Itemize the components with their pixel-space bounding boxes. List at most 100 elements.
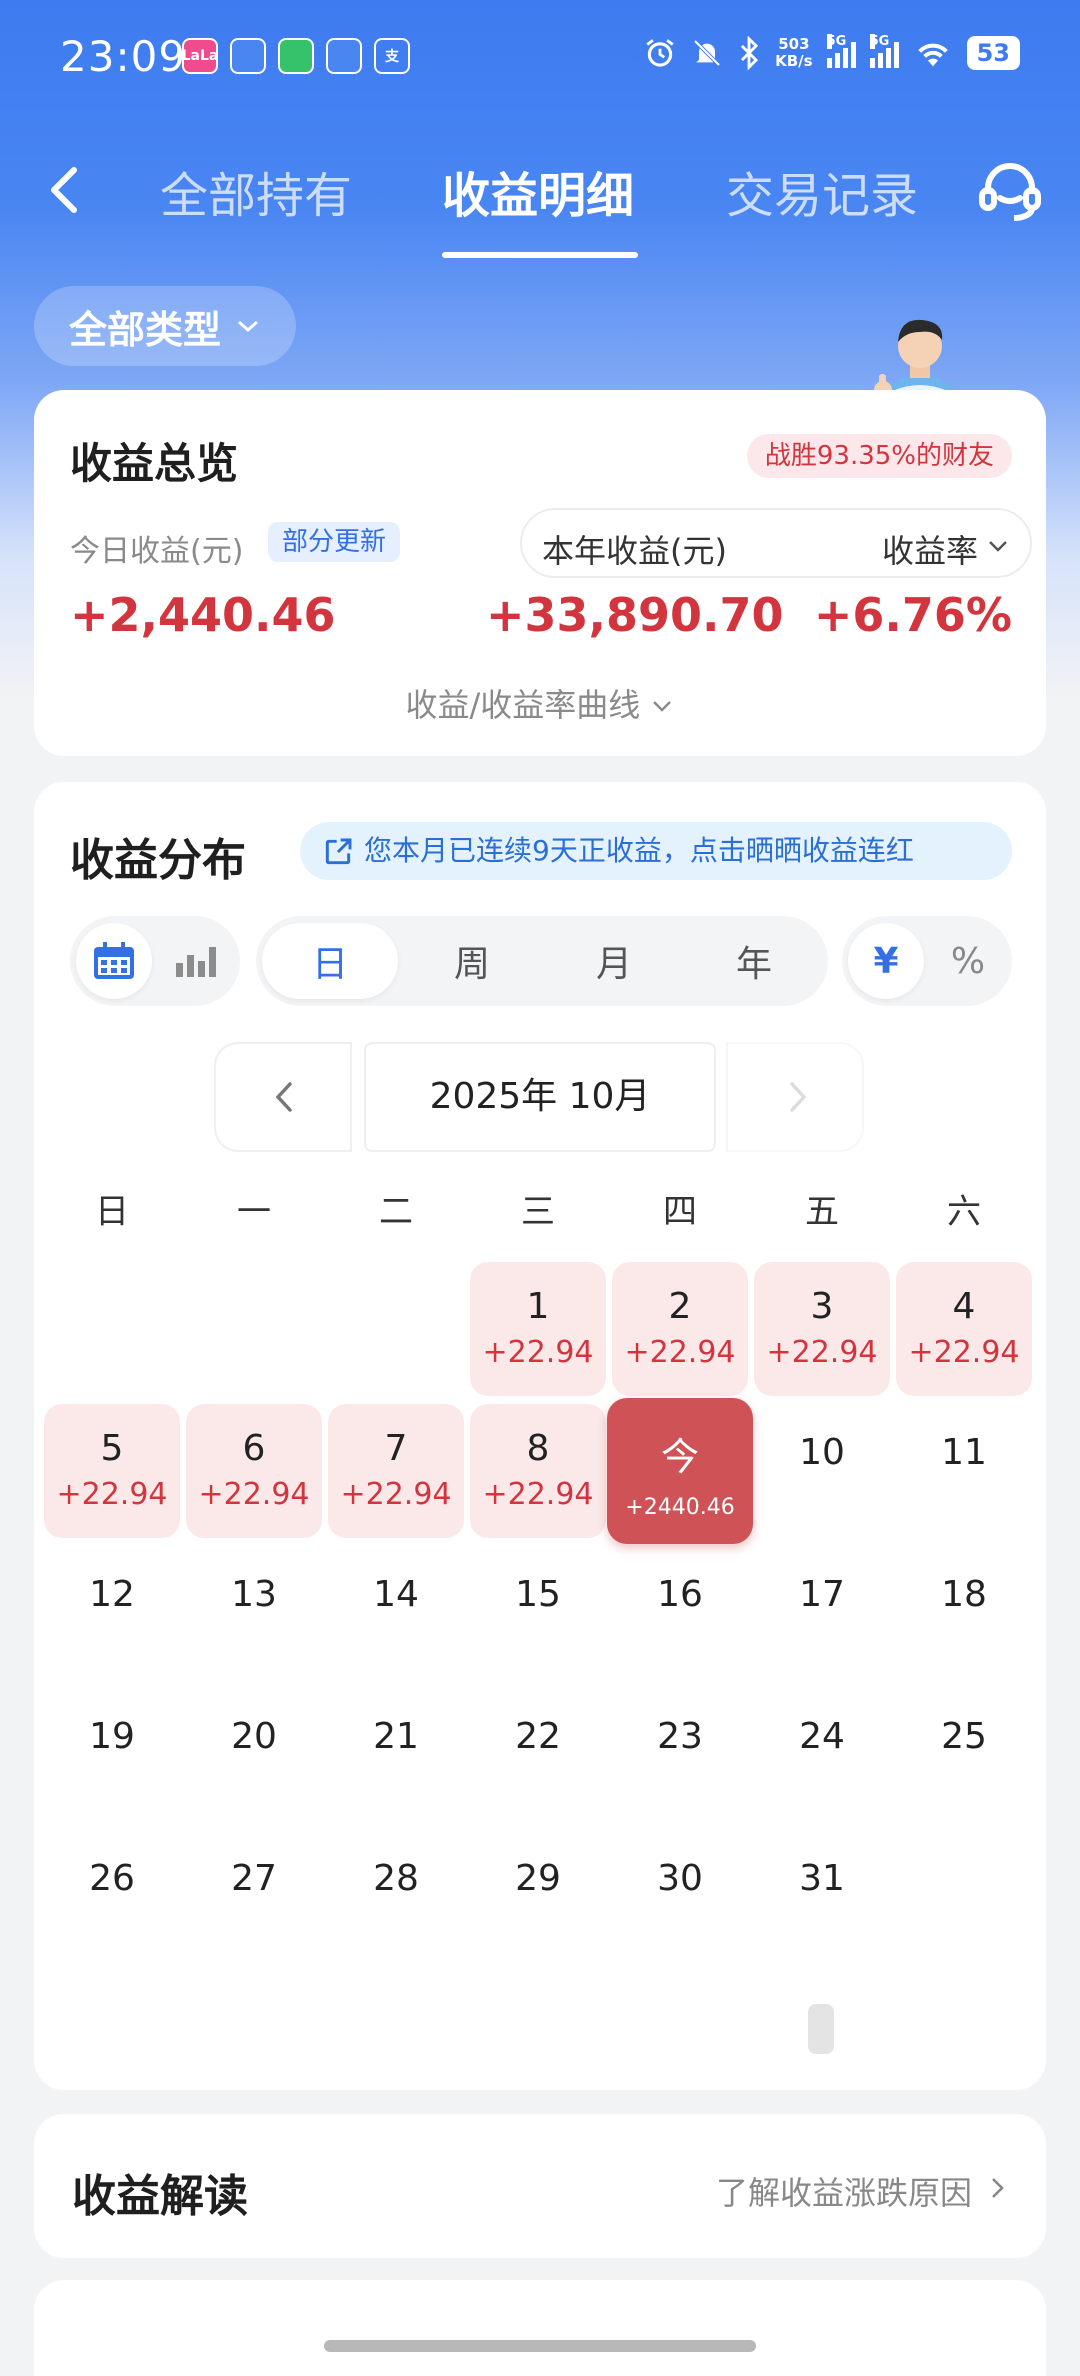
period-year[interactable]: 年 <box>686 923 822 999</box>
calendar-day[interactable]: 6 +22.94 <box>186 1404 322 1538</box>
calendar-day[interactable]: 22 <box>470 1688 606 1822</box>
calendar-day[interactable]: 25 <box>896 1688 1032 1822</box>
signal-1-icon: 5G <box>826 34 856 68</box>
interpretation-link[interactable]: 了解收益涨跌原因 <box>716 2168 972 2214</box>
period-month[interactable]: 月 <box>546 923 682 999</box>
unit-percent[interactable]: % <box>930 923 1006 999</box>
calendar-day[interactable]: 5 +22.94 <box>44 1404 180 1538</box>
calendar-day[interactable]: 13 <box>186 1546 322 1680</box>
period-day[interactable]: 日 <box>262 923 398 999</box>
battery-indicator: 53 <box>966 36 1020 70</box>
mute-bell-icon <box>693 39 721 67</box>
type-filter-label: 全部类型 <box>68 307 221 352</box>
earnings-interpretation-card[interactable]: 收益解读 了解收益涨跌原因 <box>34 2114 1046 2258</box>
calendar-day-today[interactable]: 今 +2440.46 <box>607 1398 753 1544</box>
calendar-view-button[interactable] <box>76 923 152 999</box>
calendar-day[interactable]: 27 <box>186 1830 322 1964</box>
day-number: 24 <box>799 1716 845 1757</box>
current-month-label[interactable]: 2025年 10月 <box>364 1042 716 1152</box>
day-number: 13 <box>231 1574 277 1615</box>
weekday-label: 四 <box>663 1192 697 1232</box>
prev-month-button[interactable] <box>214 1042 352 1152</box>
customer-service-icon[interactable] <box>976 158 1044 226</box>
day-number: 11 <box>941 1432 987 1473</box>
curve-toggle[interactable]: 收益/收益率曲线 <box>34 680 1046 726</box>
home-indicator[interactable] <box>324 2340 756 2352</box>
calendar-day[interactable]: 18 <box>896 1546 1032 1680</box>
lalala-app-icon: LaLa <box>182 38 218 74</box>
unit-yuan[interactable]: ¥ <box>848 923 924 999</box>
calendar-day[interactable]: 31 <box>754 1830 890 1964</box>
calendar-day[interactable]: 15 <box>470 1546 606 1680</box>
calendar-day[interactable]: 28 <box>328 1830 464 1964</box>
year-rate-selector[interactable]: 本年收益(元) 收益率 <box>520 508 1032 578</box>
calendar-day[interactable]: 10 <box>754 1404 890 1538</box>
day-number: 29 <box>515 1858 561 1899</box>
distribution-title: 收益分布 <box>70 835 246 886</box>
calendar-day[interactable]: 4 +22.94 <box>896 1262 1032 1396</box>
calendar-day[interactable]: 20 <box>186 1688 322 1822</box>
next-card-peek <box>34 2280 1046 2376</box>
calendar-day[interactable]: 16 <box>612 1546 748 1680</box>
day-number: 31 <box>799 1858 845 1899</box>
calendar-day[interactable]: 8 +22.94 <box>470 1404 606 1538</box>
calendar-day[interactable]: 21 <box>328 1688 464 1822</box>
type-filter-dropdown[interactable]: 全部类型 <box>34 286 296 366</box>
green-app-icon <box>278 38 314 74</box>
watermark-logo <box>808 2004 834 2054</box>
day-earnings-value: +22.94 <box>482 1335 594 1370</box>
net-speed-unit: KB/s <box>775 52 813 70</box>
day-number: 1 <box>526 1286 550 1327</box>
day-earnings-value: +22.94 <box>908 1335 1020 1370</box>
calendar-day[interactable]: 30 <box>612 1830 748 1964</box>
partial-update-badge[interactable]: 部分更新 <box>268 522 401 562</box>
calendar-day[interactable]: 19 <box>44 1688 180 1822</box>
back-arrow-icon[interactable] <box>36 160 96 220</box>
day-earnings-value: +22.94 <box>482 1477 594 1512</box>
calendar-day[interactable]: 24 <box>754 1688 890 1822</box>
day-number: 4 <box>952 1286 976 1327</box>
view-toggle <box>70 916 240 1006</box>
calendar-day[interactable]: 12 <box>44 1546 180 1680</box>
next-month-button[interactable] <box>726 1042 864 1152</box>
status-app-icons: LaLa 支 <box>182 38 410 74</box>
month-navigator: 2025年 10月 <box>214 1042 864 1152</box>
calendar-day[interactable]: 11 <box>896 1404 1032 1538</box>
calendar-day[interactable]: 23 <box>612 1688 748 1822</box>
bird-app-icon <box>230 38 266 74</box>
weekday-label: 三 <box>521 1192 555 1232</box>
calendar-day[interactable]: 7 +22.94 <box>328 1404 464 1538</box>
calendar-day[interactable]: 1 +22.94 <box>470 1262 606 1396</box>
play-app-icon <box>326 38 362 74</box>
weekday-label: 五 <box>805 1192 839 1232</box>
rank-badge[interactable]: 战胜93.35%的财友 <box>746 434 1012 478</box>
day-number: 16 <box>657 1574 703 1615</box>
calendar-day[interactable]: 29 <box>470 1830 606 1964</box>
day-number: 30 <box>657 1858 703 1899</box>
weekday-label: 六 <box>947 1192 981 1232</box>
top-navigation: 全部持有 收益明细 交易记录 <box>0 130 1080 260</box>
calendar-day[interactable]: 14 <box>328 1546 464 1680</box>
streak-banner[interactable]: 您本月已连续9天正收益，点击晒晒收益连红 <box>300 822 1012 880</box>
weekday-label: 日 <box>95 1192 129 1232</box>
tab-all-holdings[interactable]: 全部持有 <box>160 156 352 226</box>
active-tab-indicator <box>442 252 638 258</box>
tab-transactions[interactable]: 交易记录 <box>726 156 918 226</box>
day-number: 26 <box>89 1858 135 1899</box>
alipay-app-icon: 支 <box>374 38 410 74</box>
net-speed-value: 503 <box>778 35 810 53</box>
chevron-left-icon <box>275 1082 292 1112</box>
chevron-down-icon <box>653 701 672 712</box>
bar-chart-view-button[interactable] <box>158 923 234 999</box>
tab-earnings-detail[interactable]: 收益明细 <box>442 156 634 226</box>
calendar-day[interactable]: 3 +22.94 <box>754 1262 890 1396</box>
day-number: 7 <box>384 1428 408 1469</box>
chevron-right-icon <box>790 1082 807 1112</box>
calendar-day[interactable]: 2 +22.94 <box>612 1262 748 1396</box>
bar-chart-icon <box>176 947 216 977</box>
calendar-day[interactable]: 17 <box>754 1546 890 1680</box>
day-earnings-value: +2440.46 <box>625 1495 735 1520</box>
earnings-distribution-card: 收益分布 您本月已连续9天正收益，点击晒晒收益连红 日 周 月 年 ¥ % 20… <box>34 782 1046 2090</box>
calendar-day[interactable]: 26 <box>44 1830 180 1964</box>
period-week[interactable]: 周 <box>404 923 540 999</box>
